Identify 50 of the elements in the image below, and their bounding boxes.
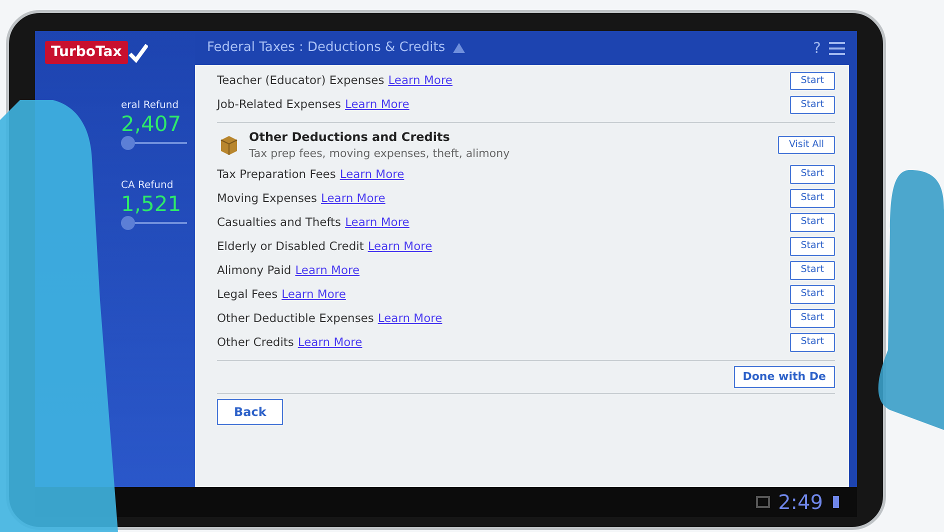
item-label: Elderly or Disabled Credit [217,238,364,255]
start-button[interactable]: Start [790,213,835,232]
start-button[interactable]: Start [790,189,835,208]
clock: 2:49 [778,489,823,516]
refund-amount: 1,521 [121,193,182,216]
item-label: Moving Expenses [217,190,317,207]
page-title: Federal Taxes : Deductions & Credits [207,39,446,58]
help-button[interactable]: ? [813,36,821,60]
start-button[interactable]: Start [790,165,835,184]
back-button[interactable]: Back [217,399,284,425]
checkmark-icon [128,42,148,62]
slider-handle[interactable] [121,216,135,230]
start-button[interactable]: Start [790,72,835,90]
triangle-icon[interactable] [453,43,466,53]
battery-icon [831,495,841,509]
logo: TurboTax [45,41,128,64]
item-label: Teacher (Educator) Expenses [217,72,384,90]
learn-more-link[interactable]: Learn More [321,190,386,208]
group-subtitle: Tax prep fees, moving expenses, theft, alimony [249,146,511,162]
refund-label: eral Refund [121,99,180,113]
start-button[interactable]: Start [790,96,835,114]
done-button[interactable]: Done with De [734,366,835,388]
refund-label: CA Refund [121,179,174,194]
item-label: Legal Fees [217,286,278,303]
learn-more-link[interactable]: Learn More [340,166,404,184]
start-button[interactable]: Start [790,333,835,352]
learn-more-link[interactable]: Learn More [388,72,452,90]
slider-handle[interactable] [121,136,135,150]
menu-icon[interactable] [829,42,845,54]
learn-more-link[interactable]: Learn More [282,286,346,304]
start-button[interactable]: Start [790,285,835,304]
item-label: Job-Related Expenses [217,96,342,114]
screen-icon[interactable] [756,495,770,509]
item-label: Other Deductible Expenses [217,310,374,327]
start-button[interactable]: Start [790,309,835,328]
learn-more-link[interactable]: Learn More [295,262,360,280]
learn-more-link[interactable]: Learn More [378,310,442,328]
item-label: Casualties and Thefts [217,214,342,231]
item-label: Tax Preparation Fees [217,166,336,183]
group-title: Other Deductions and Credits [249,129,451,146]
visit-all-button[interactable]: Visit All [778,136,835,154]
item-label: Other Credits [217,334,294,351]
start-button[interactable]: Start [790,261,835,280]
item-label: Alimony Paid [217,262,292,279]
learn-more-link[interactable]: Learn More [368,238,432,256]
learn-more-link[interactable]: Learn More [345,214,410,232]
refund-amount: 2,407 [121,113,182,136]
start-button[interactable]: Start [790,237,835,256]
learn-more-link[interactable]: Learn More [345,96,410,114]
learn-more-link[interactable]: Learn More [298,334,362,352]
